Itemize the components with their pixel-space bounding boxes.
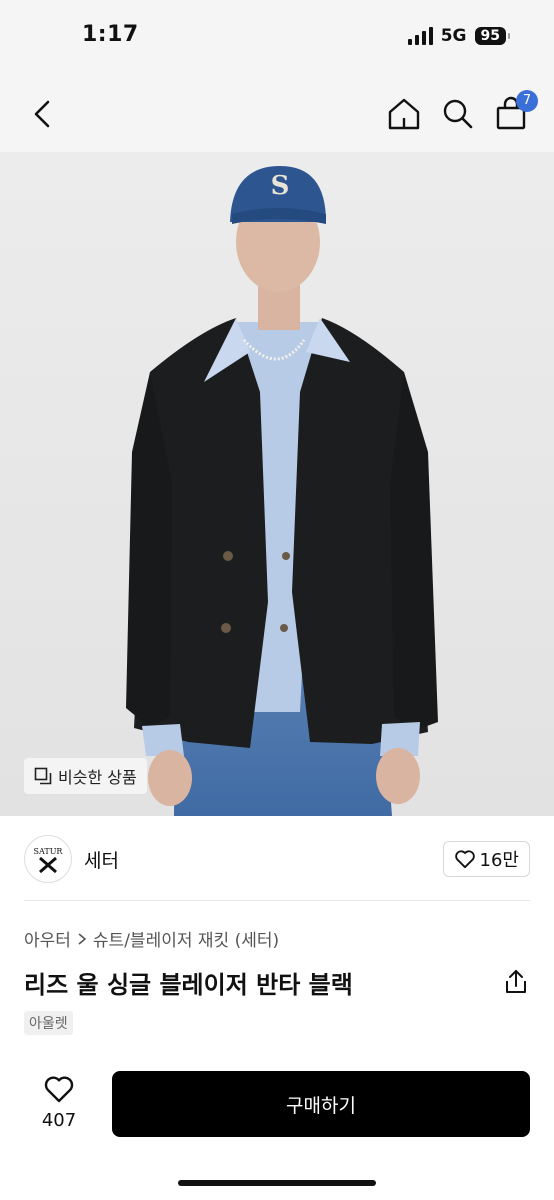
product-title: 리즈 울 싱글 블레이저 반타 블랙 bbox=[24, 971, 353, 999]
heart-icon bbox=[454, 850, 475, 869]
cart-button[interactable]: 7 bbox=[492, 90, 538, 134]
back-button[interactable] bbox=[24, 94, 64, 134]
signal-icon bbox=[407, 27, 433, 45]
favorite-seller-button[interactable]: 16만 bbox=[442, 841, 530, 877]
home-indicator bbox=[178, 1180, 376, 1186]
cap-letter: S bbox=[271, 171, 290, 201]
breadcrumb-category[interactable]: 아우터 bbox=[24, 926, 71, 951]
similar-products-label: 비슷한 상품 bbox=[58, 768, 137, 787]
breadcrumb: 아우터 슈트/블레이저 재킷 (세터) bbox=[24, 926, 279, 951]
search-button[interactable] bbox=[438, 94, 478, 134]
seller-avatar[interactable]: SATUR bbox=[24, 835, 72, 883]
battery-icon: 95 bbox=[474, 27, 511, 45]
divider bbox=[24, 900, 530, 901]
like-button[interactable]: 407 bbox=[36, 1074, 82, 1131]
favorites-count: 16만 bbox=[479, 850, 519, 871]
home-button[interactable] bbox=[384, 94, 424, 134]
model-photo: S bbox=[126, 166, 438, 816]
status-bar: 1:17 5G 95 bbox=[0, 0, 554, 76]
seller-logo: SATUR bbox=[34, 847, 64, 874]
like-count: 407 bbox=[41, 1110, 77, 1131]
seller-name[interactable]: 세터 bbox=[84, 846, 119, 873]
chevron-left-icon bbox=[34, 100, 50, 128]
cart-count-badge: 7 bbox=[516, 90, 538, 112]
top-nav-bar: 7 bbox=[0, 76, 554, 152]
product-image[interactable]: S 비슷한 상품 bbox=[0, 152, 554, 816]
network-type: 5G bbox=[440, 26, 467, 46]
home-icon bbox=[388, 98, 420, 130]
heart-icon bbox=[44, 1076, 74, 1103]
status-indicators: 5G 95 bbox=[407, 26, 511, 46]
outlet-tag: 아울렛 bbox=[24, 1011, 73, 1035]
search-icon bbox=[443, 99, 473, 129]
buy-button[interactable]: 구매하기 bbox=[112, 1071, 530, 1137]
copy-icon bbox=[34, 767, 52, 785]
share-icon bbox=[506, 970, 526, 993]
share-button[interactable] bbox=[502, 968, 530, 996]
similar-products-button[interactable]: 비슷한 상품 bbox=[24, 758, 147, 794]
svg-text:SATUR: SATUR bbox=[34, 847, 64, 856]
chevron-right-icon bbox=[78, 932, 87, 945]
breadcrumb-subcategory[interactable]: 슈트/블레이저 재킷 (세터) bbox=[93, 926, 279, 951]
seller-row: SATUR 세터 16만 bbox=[0, 816, 554, 900]
status-time: 1:17 bbox=[82, 22, 139, 47]
